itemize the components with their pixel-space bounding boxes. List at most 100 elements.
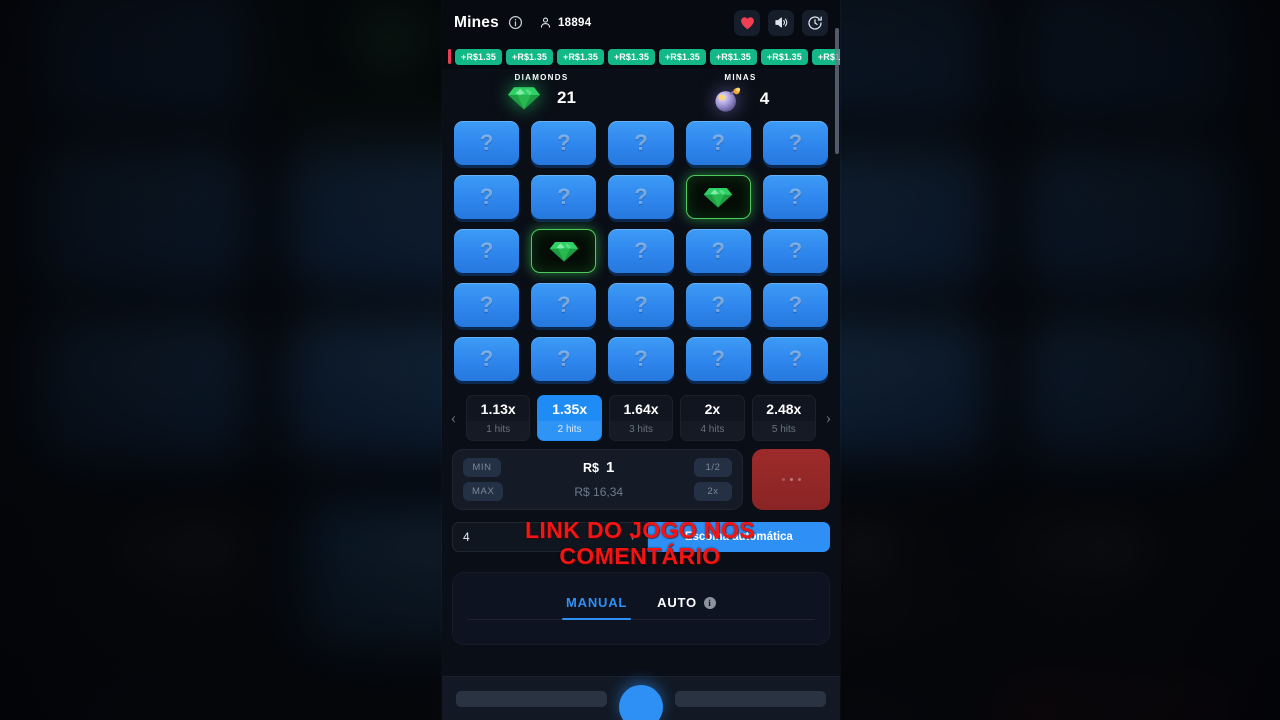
heart-icon[interactable] <box>734 9 760 36</box>
grid-tile-hidden-r1c4[interactable]: ? <box>685 121 751 165</box>
grid-tile-hidden-r2c2[interactable]: ? <box>531 175 597 219</box>
chips-container: +R$1.35 +R$1.35 +R$1.35 +R$1.35 +R$1.35 +R$1.… <box>455 48 840 65</box>
info-icon[interactable]: i <box>703 596 716 609</box>
grid-tile-hidden-r4c1[interactable]: ? <box>454 283 520 327</box>
speaker-icon[interactable] <box>768 9 794 36</box>
multiplier-value: 1.35x <box>552 401 588 417</box>
grid-tile-hidden-r3c5[interactable]: ? <box>762 229 828 273</box>
win-streak-chips[interactable]: +R$1.35 +R$1.35 +R$1.35 +R$1.35 +R$1.35 +R$1.… <box>442 45 840 69</box>
grid-tile-hidden-r2c3[interactable]: ? <box>608 175 674 219</box>
players-online: 18894 <box>539 16 591 29</box>
grid-tile-hidden-r2c5[interactable]: ? <box>762 175 828 219</box>
double-bet-button[interactable]: 2x <box>694 482 732 501</box>
diamonds-value: 21 <box>557 88 576 107</box>
auto-pick-button[interactable]: Escolha automática <box>647 522 830 552</box>
nav-placeholder-right <box>675 690 826 707</box>
question-mark-icon: ? <box>479 184 494 209</box>
multiplier-card-4[interactable]: 2x 4 hits <box>680 395 745 441</box>
multiplier-hits: 2 hits <box>538 421 601 440</box>
multiplier-value: 2x <box>704 401 721 417</box>
half-bet-button[interactable]: 1/2 <box>694 458 732 477</box>
grid-tile-hidden-r1c3[interactable]: ? <box>608 121 674 165</box>
nav-primary-action-button[interactable] <box>619 684 663 720</box>
question-mark-icon: ? <box>711 346 725 371</box>
win-chip: +R$1.35 <box>455 48 502 65</box>
backdrop-decoration: 5 hits <box>994 587 1194 648</box>
tab-auto-label: AUTO <box>657 595 697 610</box>
mines-value: 4 <box>759 89 770 108</box>
question-mark-icon: ? <box>634 184 648 209</box>
bet-amount-value[interactable]: R$ 1 <box>503 459 694 476</box>
grid-tile-hidden-r4c2[interactable]: ? <box>531 283 597 327</box>
grid-tile-hidden-r3c3[interactable]: ? <box>608 229 674 273</box>
grid-tile-hidden-r5c2[interactable]: ? <box>531 337 597 381</box>
backdrop-decoration: ? <box>862 1 906 82</box>
grid-tile-revealed-gem-r2c4[interactable] <box>685 175 751 219</box>
info-icon[interactable] <box>508 15 524 31</box>
backdrop-decoration: ? <box>121 174 165 255</box>
mines-grid[interactable]: ??????????????????????? <box>454 121 828 381</box>
carousel-next-arrow[interactable]: › <box>821 408 836 428</box>
screenshot-stage: Mines 18894 <box>0 0 1280 720</box>
win-chip: +R$1.35 <box>760 48 808 65</box>
loading-dot <box>789 478 793 481</box>
question-mark-icon: ? <box>634 292 648 317</box>
win-chip: +R$1.35 <box>658 48 706 65</box>
tab-manual[interactable]: MANUAL <box>562 595 632 620</box>
carousel-prev-arrow[interactable]: ‹ <box>446 408 461 428</box>
grid-tile-hidden-r4c5[interactable]: ? <box>762 283 828 327</box>
grid-tile-hidden-r4c3[interactable]: ? <box>608 283 674 327</box>
multiplier-hits: 3 hits <box>610 421 672 440</box>
multiplier-card-1[interactable]: 1.13x 1 hits <box>466 395 531 441</box>
question-mark-icon: ? <box>634 238 648 263</box>
grid-tile-hidden-r1c5[interactable]: ? <box>762 121 828 165</box>
question-mark-icon: ? <box>557 184 571 209</box>
backdrop-decoration: ? <box>38 0 248 114</box>
play-button[interactable] <box>752 449 830 510</box>
grid-tile-hidden-r3c1[interactable]: ? <box>454 229 520 273</box>
grid-tile-hidden-r5c5[interactable]: ? <box>762 337 828 381</box>
backdrop-decoration: ? <box>1109 347 1153 428</box>
multiplier-card-5[interactable]: 2.48x 5 hits <box>751 395 816 441</box>
grid-tile-revealed-gem-r3c2[interactable] <box>531 229 597 273</box>
tab-manual-label: MANUAL <box>566 595 628 610</box>
grid-tile-hidden-r1c1[interactable]: ? <box>454 121 520 165</box>
mines-label: MINAS <box>724 73 757 82</box>
grid-tile-hidden-r2c1[interactable]: ? <box>454 175 520 219</box>
max-bet-button[interactable]: MAX <box>463 482 504 501</box>
backdrop-decoration <box>342 6 438 80</box>
multiplier-value: 1.64x <box>623 401 659 417</box>
grid-tile-hidden-r5c3[interactable]: ? <box>608 337 674 381</box>
question-mark-icon: ? <box>788 130 803 155</box>
tab-auto[interactable]: AUTO i <box>653 595 720 619</box>
backdrop-decoration: 2.48x <box>1037 523 1150 575</box>
gem-icon <box>703 186 733 209</box>
backdrop-decoration: ? <box>862 174 906 255</box>
win-chip: +R$1.35 <box>709 48 757 65</box>
page-scroll-container[interactable]: Mines 18894 +R$1.35 +R$1.35 +R$1.35 +R$1… <box>442 0 840 720</box>
grid-tile-hidden-r3c4[interactable]: ? <box>685 229 751 273</box>
grid-tile-hidden-r4c4[interactable]: ? <box>685 283 751 327</box>
backdrop-decoration: ? <box>1026 145 1236 287</box>
grid-tile-hidden-r5c4[interactable]: ? <box>685 337 751 381</box>
backdrop-decoration: ? <box>862 347 906 428</box>
grid-tile-hidden-r5c1[interactable]: ? <box>454 337 520 381</box>
phone-viewport: Mines 18894 <box>442 0 840 720</box>
backdrop-decoration: ? <box>38 318 248 460</box>
question-mark-icon: ? <box>479 238 494 263</box>
mode-tabs-card: MANUAL AUTO i <box>452 572 830 645</box>
gem-icon <box>507 85 541 111</box>
question-mark-icon: ? <box>557 346 571 371</box>
grid-tile-hidden-r1c2[interactable]: ? <box>531 121 597 165</box>
backdrop-decoration: ? <box>121 1 165 82</box>
bottom-navigation-peek[interactable] <box>442 676 840 720</box>
question-mark-icon: ? <box>711 292 725 317</box>
vertical-scrollbar[interactable] <box>835 28 839 154</box>
clock-history-icon[interactable] <box>802 9 828 36</box>
min-bet-button[interactable]: MIN <box>463 458 501 477</box>
mines-count-select[interactable]: 4 ▼ <box>452 522 648 552</box>
multiplier-card-2[interactable]: 1.35x 2 hits <box>537 395 602 441</box>
backdrop-decoration: ? <box>368 347 412 428</box>
backdrop-decoration <box>992 676 1242 720</box>
multiplier-card-3[interactable]: 1.64x 3 hits <box>608 395 674 441</box>
